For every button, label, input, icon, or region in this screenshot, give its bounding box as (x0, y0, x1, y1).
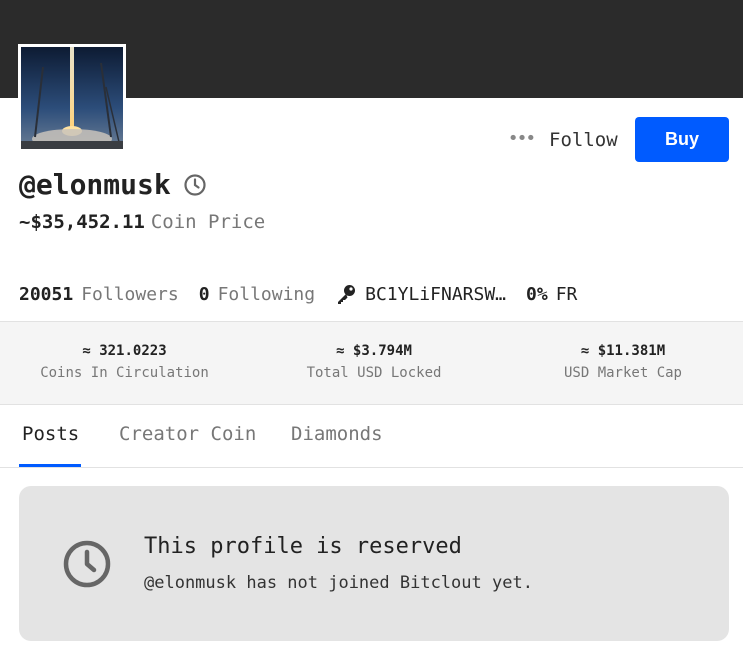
clock-icon (62, 539, 112, 589)
metric-value: ≈ $3.794M (336, 343, 412, 359)
more-options-button[interactable]: ••• (507, 126, 536, 152)
coin-metrics-bar: ≈ 321.0223 Coins In Circulation ≈ $3.794… (0, 321, 743, 405)
metric-total-usd-locked: ≈ $3.794M Total USD Locked (302, 343, 446, 381)
profile-username: @elonmusk (19, 168, 171, 201)
metric-usd-market-cap: ≈ $11.381M USD Market Cap (560, 343, 686, 381)
metric-label: Coins In Circulation (40, 365, 209, 381)
tab-posts[interactable]: Posts (22, 423, 79, 445)
public-key[interactable]: BC1YLiFNARSW… (365, 284, 506, 305)
clock-icon (183, 173, 207, 197)
metric-label: USD Market Cap (563, 365, 682, 381)
followers-label[interactable]: Followers (81, 284, 179, 305)
metric-value: ≈ 321.0223 (82, 343, 167, 359)
founder-reward-value: 0% (526, 283, 548, 305)
profile-stats: 20051 Followers 0 Following BC1YLiFNARSW… (19, 283, 577, 305)
more-dots-icon: ••• (507, 128, 536, 149)
metric-coins-in-circulation: ≈ 321.0223 Coins In Circulation (34, 343, 215, 381)
metric-value: ≈ $11.381M (580, 343, 666, 359)
coin-price-value: ~$35,452.11 (19, 211, 145, 233)
active-tab-indicator (19, 464, 81, 467)
reserved-profile-card: This profile is reserved @elonmusk has n… (19, 486, 729, 641)
buy-button[interactable]: Buy (635, 117, 729, 162)
founder-reward-label: FR (555, 283, 578, 305)
following-count[interactable]: 0 (199, 284, 210, 305)
follow-button[interactable]: Follow (543, 125, 624, 155)
reserved-title: This profile is reserved (144, 534, 462, 559)
key-icon (335, 283, 357, 305)
profile-avatar (18, 44, 126, 152)
coin-price-label: Coin Price (150, 211, 266, 233)
profile-tabs: Posts Creator Coin Diamonds (0, 405, 743, 468)
metric-label: Total USD Locked (306, 365, 442, 381)
tab-creator-coin[interactable]: Creator Coin (119, 423, 256, 445)
username-row: @elonmusk (19, 168, 207, 201)
coin-price-row: ~$35,452.11 Coin Price (19, 211, 265, 233)
reserved-message: @elonmusk has not joined Bitclout yet. (144, 573, 533, 593)
following-label[interactable]: Following (218, 284, 316, 305)
tab-diamonds[interactable]: Diamonds (291, 423, 383, 445)
followers-count[interactable]: 20051 (19, 284, 73, 305)
